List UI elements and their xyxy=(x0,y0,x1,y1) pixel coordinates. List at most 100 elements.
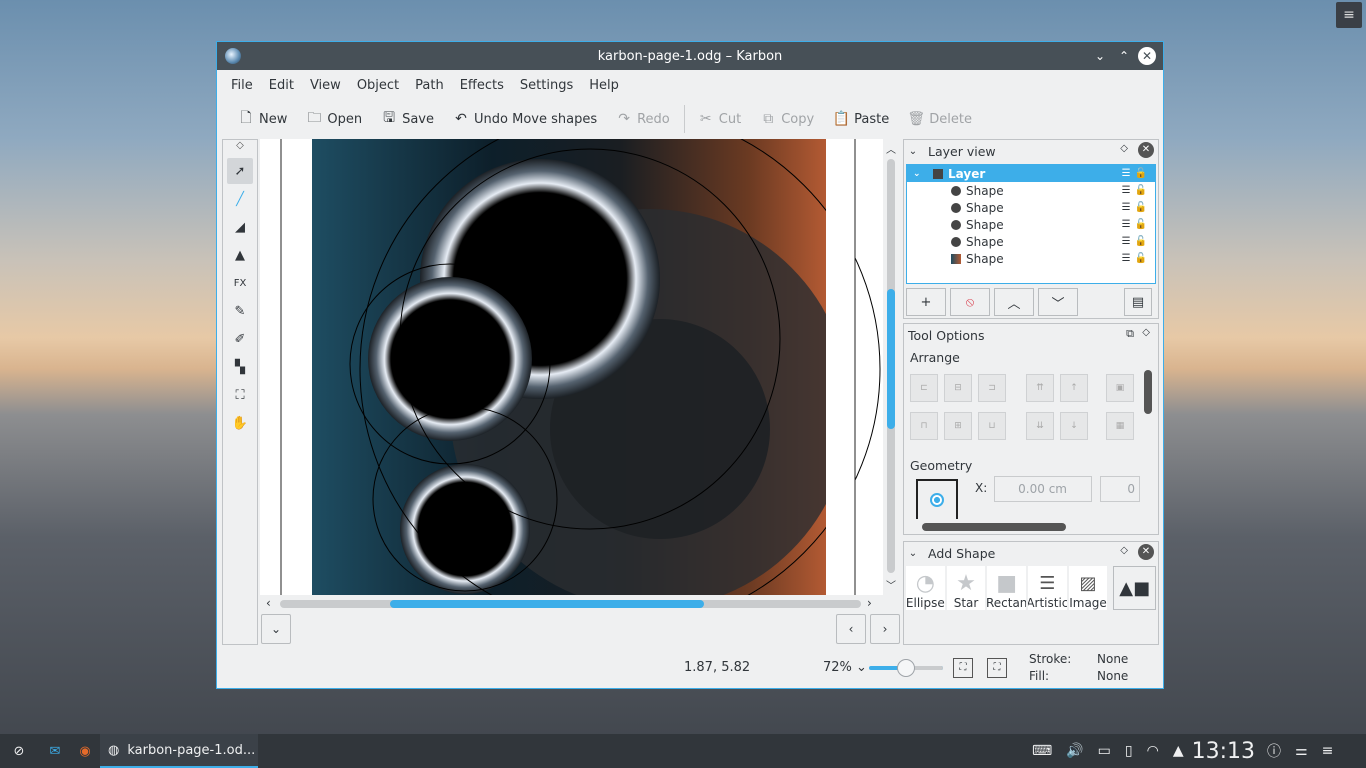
menu-edit[interactable]: Edit xyxy=(261,78,302,93)
visibility-lock-icons[interactable]: ☰🔓 xyxy=(1122,185,1151,196)
shape-row[interactable]: Shape ☰🔓 xyxy=(907,250,1155,267)
visibility-lock-icons[interactable]: ☰🔓 xyxy=(1122,202,1151,213)
group-icon[interactable]: ▣ xyxy=(1106,374,1134,402)
menu-settings[interactable]: Settings xyxy=(512,78,581,93)
drawing-canvas[interactable] xyxy=(260,139,899,595)
page-menu-chevron-icon[interactable]: ⌄ xyxy=(261,614,291,644)
menu-object[interactable]: Object xyxy=(349,78,407,93)
zoom-fit-icon[interactable]: ⛶ xyxy=(227,382,253,408)
save-button[interactable]: 🖫 Save xyxy=(372,104,444,134)
send-to-back-icon[interactable]: ⇊ xyxy=(1026,412,1054,440)
zoom-slider[interactable] xyxy=(869,659,943,677)
wifi-icon[interactable]: ◠ xyxy=(1147,743,1159,759)
maximize-icon[interactable]: ⌃ xyxy=(1115,47,1133,65)
shape-row[interactable]: Shape ☰🔓 xyxy=(907,233,1155,250)
vertical-scrollbar[interactable]: ︿ ﹀ xyxy=(883,139,899,595)
horizontal-scroll-thumb[interactable] xyxy=(390,600,704,608)
ungroup-icon[interactable]: ▦ xyxy=(1106,412,1134,440)
tool-options-hscroll[interactable] xyxy=(922,522,1134,532)
lower-layer-button[interactable]: ﹀ xyxy=(1038,288,1078,316)
minimize-icon[interactable]: ⌄ xyxy=(1091,47,1109,65)
dock-undock-icon[interactable]: ⧉ xyxy=(1126,327,1134,341)
volume-icon[interactable]: 🔊 xyxy=(1066,743,1083,759)
dock-float-icon[interactable]: ◇ xyxy=(1142,327,1150,338)
dock-close-icon[interactable]: ✕ xyxy=(1138,142,1154,158)
redo-button[interactable]: ↷ Redo xyxy=(607,104,680,134)
panel-settings-icon[interactable]: ⚌ xyxy=(1295,743,1308,759)
horizontal-scrollbar[interactable]: ‹ › xyxy=(260,595,883,613)
remove-layer-button[interactable]: ⦸ xyxy=(950,288,990,316)
firefox-icon[interactable]: ◉ xyxy=(70,734,100,768)
shape-row[interactable]: Shape ☰🔓 xyxy=(907,216,1155,233)
align-left-icon[interactable]: ⊏ xyxy=(910,374,938,402)
shape-collection-button[interactable]: ▲■ xyxy=(1113,566,1156,610)
align-hcenter-icon[interactable]: ⊟ xyxy=(944,374,972,402)
y-position-field[interactable]: 0 xyxy=(1100,476,1140,502)
clock[interactable]: 13:13 xyxy=(1192,739,1255,764)
gradient-tool-icon[interactable]: ✐ xyxy=(227,326,253,352)
open-button[interactable]: 🗀 Open xyxy=(297,104,372,134)
menu-file[interactable]: File xyxy=(223,78,261,93)
image-shape-item[interactable]: ▨ Image xyxy=(1068,566,1108,610)
battery-icon[interactable]: ▭ xyxy=(1098,743,1111,759)
close-icon[interactable]: ✕ xyxy=(1138,47,1156,65)
scroll-down-icon[interactable]: ﹀ xyxy=(886,577,896,592)
menu-effects[interactable]: Effects xyxy=(452,78,512,93)
tool-options-vscroll[interactable] xyxy=(1142,360,1154,510)
scroll-up-icon[interactable]: ︿ xyxy=(886,141,896,156)
scroll-left-icon[interactable]: ‹ xyxy=(266,596,271,610)
cut-button[interactable]: ✂ Cut xyxy=(689,104,751,134)
shape-row[interactable]: Shape ☰🔓 xyxy=(907,182,1155,199)
zoom-slider-knob[interactable] xyxy=(897,659,915,677)
collapse-chevron-icon[interactable]: ⌄ xyxy=(904,146,922,157)
pattern-tool-icon[interactable]: ▚ xyxy=(227,354,253,380)
x-position-field[interactable]: 0.00 cm xyxy=(994,476,1092,502)
raise-icon[interactable]: ↑ xyxy=(1060,374,1088,402)
tool-options-hscroll-thumb[interactable] xyxy=(922,523,1066,531)
desktop-menu-button[interactable]: ≡ xyxy=(1336,2,1362,28)
tree-expand-icon[interactable]: ⌄ xyxy=(913,169,927,179)
select-tool-icon[interactable]: ➚ xyxy=(227,158,253,184)
dock-float-icon[interactable]: ◇ xyxy=(223,140,257,156)
add-layer-button[interactable]: + xyxy=(906,288,946,316)
menu-help[interactable]: Help xyxy=(581,78,627,93)
star-shape-item[interactable]: ★ Star xyxy=(946,566,986,610)
dock-float-icon[interactable]: ◇ xyxy=(1120,545,1128,556)
calligraphy-tool-icon[interactable]: ◢ xyxy=(227,214,253,240)
previous-page-button[interactable]: ‹ xyxy=(836,614,866,644)
layer-view-mode-button[interactable]: ▤ xyxy=(1124,288,1152,316)
artistic-text-shape-item[interactable]: ☰ Artistic xyxy=(1028,566,1067,610)
scroll-right-icon[interactable]: › xyxy=(867,596,872,610)
path-tool-icon[interactable]: ╱ xyxy=(227,186,253,212)
pencil-tool-icon[interactable]: ✎ xyxy=(227,298,253,324)
copy-button[interactable]: ⧉ Copy xyxy=(751,104,824,134)
notifications-icon[interactable]: ⓘ xyxy=(1267,741,1281,761)
anchor-point-selector[interactable] xyxy=(916,479,958,519)
visibility-lock-icons[interactable]: ☰🔓 xyxy=(1122,253,1151,264)
zoom-fit-width-icon[interactable]: ⛶ xyxy=(987,658,1007,678)
dock-float-icon[interactable]: ◇ xyxy=(1120,143,1128,154)
lower-icon[interactable]: ↓ xyxy=(1060,412,1088,440)
shape-row[interactable]: Shape ☰🔓 xyxy=(907,199,1155,216)
visibility-lock-icons[interactable]: ☰🔓 xyxy=(1122,236,1151,247)
undo-button[interactable]: ↶ Undo Move shapes xyxy=(444,104,607,134)
task-karbon[interactable]: ◍ karbon-page-1.od... xyxy=(100,734,258,768)
align-top-icon[interactable]: ⊓ xyxy=(910,412,938,440)
layer-row[interactable]: ⌄ Layer ☰🔓 xyxy=(907,165,1155,182)
filter-effect-icon[interactable]: FX xyxy=(227,270,253,296)
dock-close-icon[interactable]: ✕ xyxy=(1138,544,1154,560)
panel-menu-icon[interactable]: ≡ xyxy=(1322,743,1334,759)
layer-tree[interactable]: ⌄ Layer ☰🔓 Shape ☰🔓 Shape ☰🔓 Shape ☰🔓 Sh… xyxy=(906,164,1156,284)
visibility-lock-icons[interactable]: ☰🔓 xyxy=(1122,168,1151,179)
zoom-level-select[interactable]: 72% ⌄ xyxy=(823,660,867,675)
karbon-app-icon[interactable] xyxy=(225,48,241,64)
menu-view[interactable]: View xyxy=(302,78,349,93)
anchor-radio-selected[interactable] xyxy=(930,493,944,507)
paste-button[interactable]: 📋 Paste xyxy=(824,104,899,134)
collapse-chevron-icon[interactable]: ⌄ xyxy=(904,548,922,559)
tray-expand-icon[interactable]: ▲ xyxy=(1173,743,1184,759)
rectangle-shape-item[interactable]: ■ Rectan xyxy=(987,566,1027,610)
pan-hand-icon[interactable]: ✋ xyxy=(227,410,253,436)
terminal-icon[interactable]: ⌨ xyxy=(1032,743,1052,759)
raise-layer-button[interactable]: ︿ xyxy=(994,288,1034,316)
